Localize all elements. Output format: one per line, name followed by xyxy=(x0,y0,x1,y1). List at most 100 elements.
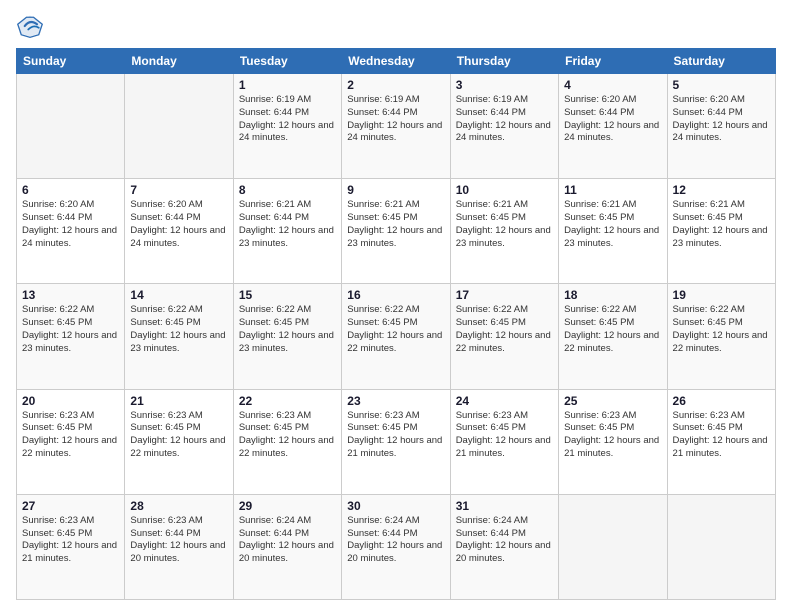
day-info: Sunrise: 6:21 AM Sunset: 6:45 PM Dayligh… xyxy=(673,199,770,250)
calendar-cell: 23Sunrise: 6:23 AM Sunset: 6:45 PM Dayli… xyxy=(342,389,450,494)
calendar-cell: 8 Sunrise: 6:21 AM Sunset: 6:44 PM Daylig… xyxy=(233,179,341,284)
calendar-cell: 13Sunrise: 6:22 AM Sunset: 6:45 PM Dayli… xyxy=(17,284,125,389)
day-number: 10 xyxy=(456,183,553,197)
calendar-cell: 28Sunrise: 6:23 AM Sunset: 6:44 PM Dayli… xyxy=(125,494,233,599)
day-info: Sunrise: 6:20 AM Sunset: 6:44 PM Dayligh… xyxy=(22,199,119,250)
day-info: Sunrise: 6:23 AM Sunset: 6:45 PM Dayligh… xyxy=(564,410,661,461)
calendar-header-saturday: Saturday xyxy=(667,49,775,74)
logo xyxy=(16,12,48,40)
calendar-cell: 15Sunrise: 6:22 AM Sunset: 6:45 PM Dayli… xyxy=(233,284,341,389)
day-info: Sunrise: 6:20 AM Sunset: 6:44 PM Dayligh… xyxy=(673,94,770,145)
calendar-cell: 21Sunrise: 6:23 AM Sunset: 6:45 PM Dayli… xyxy=(125,389,233,494)
day-number: 28 xyxy=(130,499,227,513)
day-info: Sunrise: 6:24 AM Sunset: 6:44 PM Dayligh… xyxy=(347,515,444,566)
day-info: Sunrise: 6:22 AM Sunset: 6:45 PM Dayligh… xyxy=(130,304,227,355)
day-info: Sunrise: 6:23 AM Sunset: 6:45 PM Dayligh… xyxy=(347,410,444,461)
calendar-cell: 30 Sunrise: 6:24 AM Sunset: 6:44 PM Dayli… xyxy=(342,494,450,599)
calendar-cell: 31 Sunrise: 6:24 AM Sunset: 6:44 PM Dayli… xyxy=(450,494,558,599)
calendar-cell: 22 Sunrise: 6:23 AM Sunset: 6:45 PM Dayli… xyxy=(233,389,341,494)
day-info: Sunrise: 6:23 AM Sunset: 6:45 PM Dayligh… xyxy=(239,410,336,461)
day-number: 21 xyxy=(130,394,227,408)
day-number: 18 xyxy=(564,288,661,302)
day-info: Sunrise: 6:20 AM Sunset: 6:44 PM Dayligh… xyxy=(564,94,661,145)
calendar-cell: 14 Sunrise: 6:22 AM Sunset: 6:45 PM Dayli… xyxy=(125,284,233,389)
calendar-week-0: 1 Sunrise: 6:19 AM Sunset: 6:44 PM Daylig… xyxy=(17,74,776,179)
day-number: 3 xyxy=(456,78,553,92)
day-number: 8 xyxy=(239,183,336,197)
day-number: 16 xyxy=(347,288,444,302)
calendar-week-4: 27Sunrise: 6:23 AM Sunset: 6:45 PM Dayli… xyxy=(17,494,776,599)
day-info: Sunrise: 6:23 AM Sunset: 6:45 PM Dayligh… xyxy=(22,410,119,461)
calendar-cell: 16 Sunrise: 6:22 AM Sunset: 6:45 PM Dayli… xyxy=(342,284,450,389)
calendar-cell: 10 Sunrise: 6:21 AM Sunset: 6:45 PM Dayli… xyxy=(450,179,558,284)
day-info: Sunrise: 6:22 AM Sunset: 6:45 PM Dayligh… xyxy=(347,304,444,355)
day-number: 31 xyxy=(456,499,553,513)
day-number: 4 xyxy=(564,78,661,92)
day-info: Sunrise: 6:19 AM Sunset: 6:44 PM Dayligh… xyxy=(239,94,336,145)
day-number: 6 xyxy=(22,183,119,197)
day-info: Sunrise: 6:23 AM Sunset: 6:45 PM Dayligh… xyxy=(673,410,770,461)
calendar-header-thursday: Thursday xyxy=(450,49,558,74)
day-info: Sunrise: 6:21 AM Sunset: 6:45 PM Dayligh… xyxy=(564,199,661,250)
day-info: Sunrise: 6:24 AM Sunset: 6:44 PM Dayligh… xyxy=(239,515,336,566)
calendar-week-1: 6 Sunrise: 6:20 AM Sunset: 6:44 PM Daylig… xyxy=(17,179,776,284)
day-info: Sunrise: 6:24 AM Sunset: 6:44 PM Dayligh… xyxy=(456,515,553,566)
day-info: Sunrise: 6:21 AM Sunset: 6:44 PM Dayligh… xyxy=(239,199,336,250)
calendar-cell: 27Sunrise: 6:23 AM Sunset: 6:45 PM Dayli… xyxy=(17,494,125,599)
calendar-cell: 2 Sunrise: 6:19 AM Sunset: 6:44 PM Daylig… xyxy=(342,74,450,179)
calendar-cell: 12 Sunrise: 6:21 AM Sunset: 6:45 PM Dayli… xyxy=(667,179,775,284)
day-number: 30 xyxy=(347,499,444,513)
calendar-cell: 29 Sunrise: 6:24 AM Sunset: 6:44 PM Dayli… xyxy=(233,494,341,599)
calendar-cell: 9 Sunrise: 6:21 AM Sunset: 6:45 PM Daylig… xyxy=(342,179,450,284)
calendar-header-monday: Monday xyxy=(125,49,233,74)
calendar-cell xyxy=(559,494,667,599)
calendar-cell: 25 Sunrise: 6:23 AM Sunset: 6:45 PM Dayli… xyxy=(559,389,667,494)
day-number: 7 xyxy=(130,183,227,197)
calendar-header-sunday: Sunday xyxy=(17,49,125,74)
day-number: 17 xyxy=(456,288,553,302)
calendar-cell: 19 Sunrise: 6:22 AM Sunset: 6:45 PM Dayli… xyxy=(667,284,775,389)
header xyxy=(16,12,776,40)
calendar-cell xyxy=(667,494,775,599)
day-info: Sunrise: 6:23 AM Sunset: 6:45 PM Dayligh… xyxy=(456,410,553,461)
day-info: Sunrise: 6:22 AM Sunset: 6:45 PM Dayligh… xyxy=(239,304,336,355)
day-number: 9 xyxy=(347,183,444,197)
calendar-cell: 24Sunrise: 6:23 AM Sunset: 6:45 PM Dayli… xyxy=(450,389,558,494)
day-number: 14 xyxy=(130,288,227,302)
day-number: 2 xyxy=(347,78,444,92)
logo-icon xyxy=(16,12,44,40)
calendar-cell: 1 Sunrise: 6:19 AM Sunset: 6:44 PM Daylig… xyxy=(233,74,341,179)
day-number: 29 xyxy=(239,499,336,513)
calendar-header-tuesday: Tuesday xyxy=(233,49,341,74)
calendar-cell xyxy=(17,74,125,179)
page: SundayMondayTuesdayWednesdayThursdayFrid… xyxy=(0,0,792,612)
calendar-cell xyxy=(125,74,233,179)
day-number: 26 xyxy=(673,394,770,408)
day-info: Sunrise: 6:22 AM Sunset: 6:45 PM Dayligh… xyxy=(673,304,770,355)
day-number: 25 xyxy=(564,394,661,408)
calendar-cell: 20Sunrise: 6:23 AM Sunset: 6:45 PM Dayli… xyxy=(17,389,125,494)
day-info: Sunrise: 6:20 AM Sunset: 6:44 PM Dayligh… xyxy=(130,199,227,250)
day-info: Sunrise: 6:21 AM Sunset: 6:45 PM Dayligh… xyxy=(347,199,444,250)
day-number: 22 xyxy=(239,394,336,408)
day-info: Sunrise: 6:19 AM Sunset: 6:44 PM Dayligh… xyxy=(456,94,553,145)
day-info: Sunrise: 6:22 AM Sunset: 6:45 PM Dayligh… xyxy=(456,304,553,355)
day-info: Sunrise: 6:19 AM Sunset: 6:44 PM Dayligh… xyxy=(347,94,444,145)
day-info: Sunrise: 6:21 AM Sunset: 6:45 PM Dayligh… xyxy=(456,199,553,250)
calendar-week-3: 20Sunrise: 6:23 AM Sunset: 6:45 PM Dayli… xyxy=(17,389,776,494)
calendar-header-wednesday: Wednesday xyxy=(342,49,450,74)
calendar-cell: 17 Sunrise: 6:22 AM Sunset: 6:45 PM Dayli… xyxy=(450,284,558,389)
calendar-week-2: 13 Sunrise: 6:22 AM Sunset: 6:45 PM Dayli… xyxy=(17,284,776,389)
day-number: 11 xyxy=(564,183,661,197)
day-number: 12 xyxy=(673,183,770,197)
calendar-header-friday: Friday xyxy=(559,49,667,74)
day-number: 27 xyxy=(22,499,119,513)
day-number: 19 xyxy=(673,288,770,302)
calendar-cell: 18 Sunrise: 6:22 AM Sunset: 6:45 PM Dayli… xyxy=(559,284,667,389)
day-number: 1 xyxy=(239,78,336,92)
day-number: 13 xyxy=(22,288,119,302)
calendar-cell: 7 Sunrise: 6:20 AM Sunset: 6:44 PM Daylig… xyxy=(125,179,233,284)
calendar-cell: 3 Sunrise: 6:19 AM Sunset: 6:44 PM Daylig… xyxy=(450,74,558,179)
calendar-cell: 11 Sunrise: 6:21 AM Sunset: 6:45 PM Dayli… xyxy=(559,179,667,284)
day-info: Sunrise: 6:22 AM Sunset: 6:45 PM Dayligh… xyxy=(564,304,661,355)
